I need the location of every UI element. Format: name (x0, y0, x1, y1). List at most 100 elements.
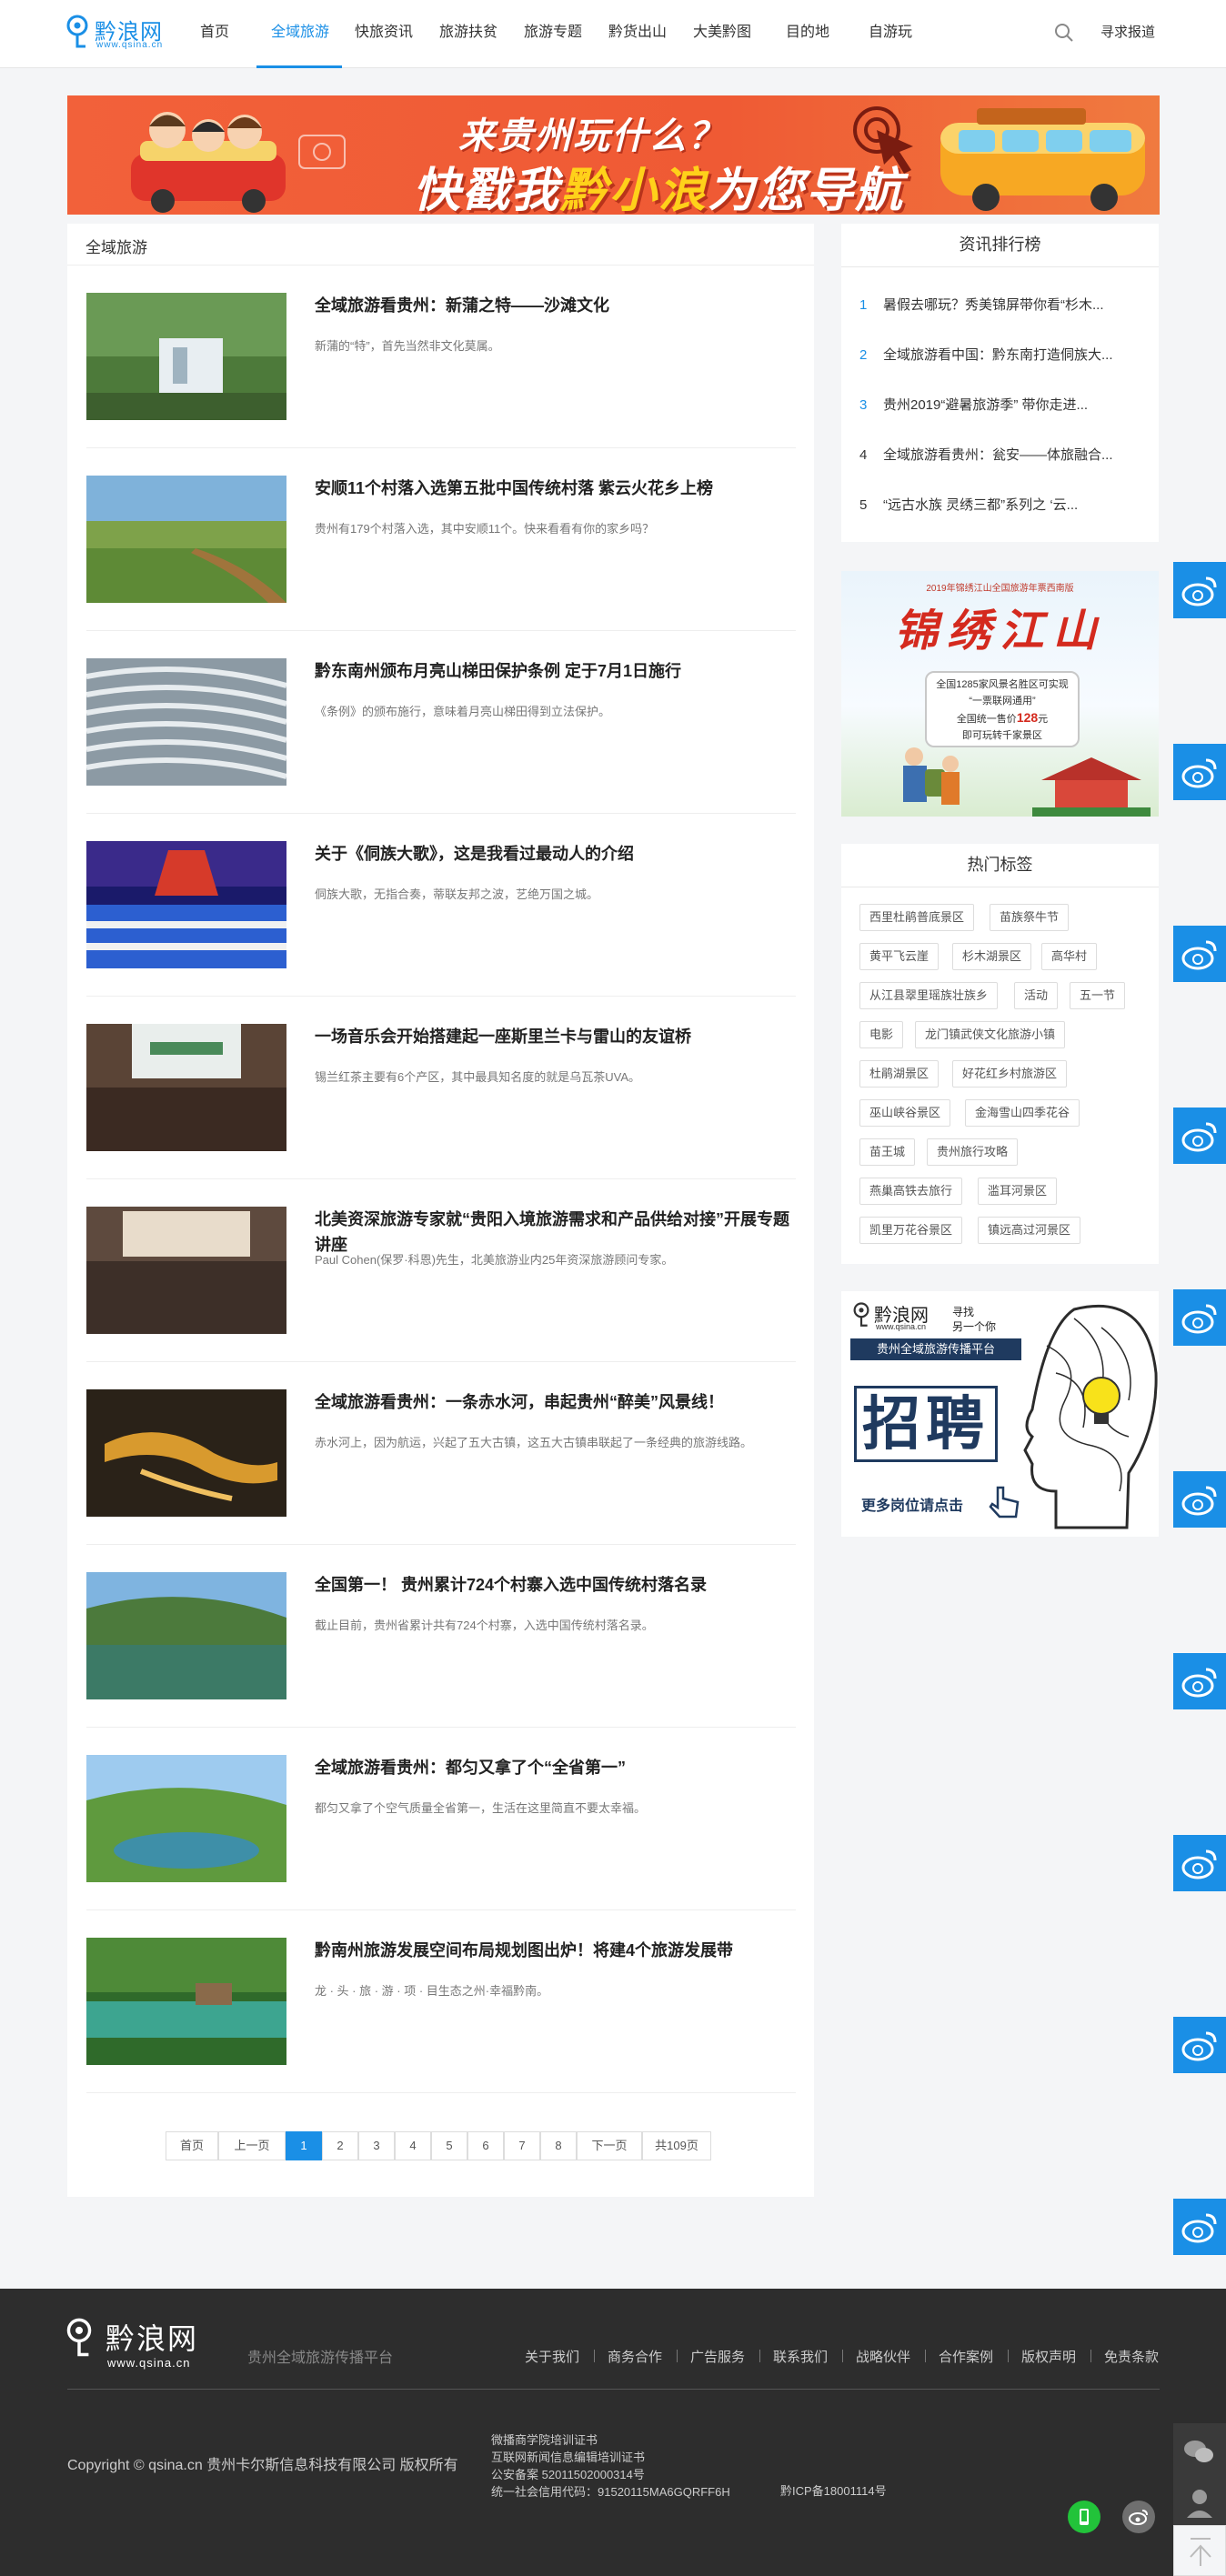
tag[interactable]: 贵州旅行攻略 (927, 1138, 1019, 1166)
list-item[interactable]: 北美资深旅游专家就“贵阳入境旅游需求和产品供给对接”开展专题讲座 Paul Co… (86, 1179, 796, 1362)
list-item[interactable]: 全域旅游看贵州：一条赤水河，串起贵州“醉美”风景线！ 赤水河上，因为航运，兴起了… (86, 1362, 796, 1545)
article-title[interactable]: 黔东南州颁布月亮山梯田保护条例 定于7月1日施行 (315, 658, 792, 684)
nav-ziyouwan[interactable]: 自游玩 (869, 0, 912, 68)
tag[interactable]: 镇远高过河景区 (978, 1217, 1081, 1244)
search-icon[interactable] (1053, 22, 1075, 44)
footer-icp[interactable]: 黔ICP备18001114号 (780, 2481, 887, 2499)
footer-link-cases[interactable]: 合作案例 (939, 2347, 993, 2366)
nav-mudidi[interactable]: 目的地 (786, 0, 829, 68)
article-thumbnail[interactable] (86, 658, 286, 786)
footer-license[interactable]: 统一社会信用代码：91520115MA6GQRFF6H (491, 2482, 730, 2500)
rank-item[interactable]: 5 “远古水族 灵绣三都”系列之 ‘云... (859, 495, 1146, 522)
page-3[interactable]: 3 (358, 2131, 395, 2160)
article-title[interactable]: 全国第一！ 贵州累计724个村寨入选中国传统村落名录 (315, 1572, 792, 1598)
article-thumbnail[interactable] (86, 841, 286, 968)
list-item[interactable]: 安顺11个村落入选第五批中国传统村落 紫云火花乡上榜 贵州有179个村落入选，其… (86, 448, 796, 631)
article-thumbnail[interactable] (86, 1755, 286, 1882)
footer-license[interactable]: 互联网新闻信息编辑培训证书 (491, 2448, 645, 2465)
tag[interactable]: 滥耳河景区 (978, 1178, 1058, 1205)
nav-damei-qiantu[interactable]: 大美黔图 (693, 0, 751, 68)
nav-qianhuo-chushan[interactable]: 黔货出山 (608, 0, 667, 68)
tag[interactable]: 高华村 (1041, 943, 1098, 970)
tag[interactable]: 西里杜鹃普底景区 (859, 904, 975, 931)
weibo-share-icon[interactable] (1173, 562, 1226, 618)
user-icon[interactable] (1173, 2480, 1226, 2525)
weibo-share-icon[interactable] (1173, 926, 1226, 982)
footer-link-about[interactable]: 关于我们 (525, 2347, 579, 2366)
tag[interactable]: 黄平飞云崖 (859, 943, 940, 970)
list-item[interactable]: 全国第一！ 贵州累计724个村寨入选中国传统村落名录 截止目前，贵州省累计共有7… (86, 1545, 796, 1728)
article-thumbnail[interactable] (86, 476, 286, 603)
back-to-top-icon[interactable] (1173, 2525, 1226, 2576)
weibo-share-icon[interactable] (1173, 1835, 1226, 1891)
promo-banner[interactable]: 来贵州玩什么？ 快戳我黔小浪为您导航 (67, 95, 1160, 215)
page-8[interactable]: 8 (540, 2131, 577, 2160)
rank-item[interactable]: 3 贵州2019“避暑旅游季” 带你走进... (859, 395, 1146, 422)
nav-lvyou-zhuanti[interactable]: 旅游专题 (524, 0, 582, 68)
tag[interactable]: 苗族祭牛节 (990, 904, 1070, 931)
tag[interactable]: 杉木湖景区 (952, 943, 1032, 970)
tag[interactable]: 好花红乡村旅游区 (952, 1060, 1068, 1088)
page-prev[interactable]: 上一页 (218, 2131, 286, 2160)
footer-license[interactable]: 公安备案 52011502000314号 (491, 2465, 645, 2482)
wechat-icon[interactable] (1173, 2423, 1226, 2480)
footer-license[interactable]: 微播商学院培训证书 (491, 2431, 598, 2448)
page-first[interactable]: 首页 (166, 2131, 218, 2160)
footer-link-copyright[interactable]: 版权声明 (1021, 2347, 1076, 2366)
weibo-share-icon[interactable] (1173, 1653, 1226, 1709)
tag[interactable]: 燕巢高铁去旅行 (859, 1178, 963, 1205)
weibo-share-icon[interactable] (1173, 1289, 1226, 1346)
footer-link-partners[interactable]: 战略伙伴 (856, 2347, 910, 2366)
nav-lvyou-fupin[interactable]: 旅游扶贫 (439, 0, 497, 68)
article-thumbnail[interactable] (86, 293, 286, 420)
rank-item[interactable]: 2 全域旅游看中国：黔东南打造侗族大... (859, 345, 1146, 372)
list-item[interactable]: 黔南州旅游发展空间布局规划图出炉！将建4个旅游发展带 龙 · 头 · 旅 · 游… (86, 1910, 796, 2093)
footer-link-contact[interactable]: 联系我们 (773, 2347, 828, 2366)
tag[interactable]: 从江县翠里瑶族壮族乡 (859, 982, 999, 1009)
list-item[interactable]: 关于《侗族大歌》，这是我看过最动人的介绍 侗族大歌，无指合奏，蒂联友邦之波，艺绝… (86, 814, 796, 997)
tag[interactable]: 龙门镇武侠文化旅游小镇 (915, 1021, 1066, 1048)
weibo-share-icon[interactable] (1173, 2199, 1226, 2255)
page-1[interactable]: 1 (286, 2131, 322, 2160)
tag[interactable]: 电影 (859, 1021, 904, 1048)
list-item[interactable]: 全域旅游看贵州：都匀又拿了个“全省第一” 都匀又拿了个空气质量全省第一，生活在这… (86, 1728, 796, 1910)
article-thumbnail[interactable] (86, 1572, 286, 1699)
tag[interactable]: 杜鹃湖景区 (859, 1060, 940, 1088)
mobile-phone-icon[interactable] (1068, 2501, 1100, 2533)
page-5[interactable]: 5 (431, 2131, 467, 2160)
article-title[interactable]: 全域旅游看贵州：一条赤水河，串起贵州“醉美”风景线！ (315, 1389, 792, 1415)
article-title[interactable]: 安顺11个村落入选第五批中国传统村落 紫云火花乡上榜 (315, 476, 792, 501)
article-title[interactable]: 全域旅游看贵州：都匀又拿了个“全省第一” (315, 1755, 792, 1780)
article-thumbnail[interactable] (86, 1207, 286, 1334)
list-item[interactable]: 全域旅游看贵州：新蒲之特——沙滩文化 新蒲的“特”，首先当然非文化莫属。 (86, 266, 796, 448)
tag[interactable]: 金海雪山四季花谷 (965, 1099, 1080, 1127)
tag[interactable]: 巫山峡谷景区 (859, 1099, 951, 1127)
article-thumbnail[interactable] (86, 1938, 286, 2065)
nav-kuailv-zixun[interactable]: 快旅资讯 (355, 0, 413, 68)
ad-more-link[interactable]: 更多岗位请点击 (861, 1493, 963, 1515)
tag[interactable]: 苗王城 (859, 1138, 916, 1166)
footer-link-disclaimer[interactable]: 免责条款 (1104, 2347, 1159, 2366)
tag[interactable]: 活动 (1014, 982, 1059, 1009)
weibo-share-icon[interactable] (1173, 1471, 1226, 1528)
article-title[interactable]: 全域旅游看贵州：新蒲之特——沙滩文化 (315, 293, 792, 318)
nav-quanyu-lvyou[interactable]: 全域旅游 (256, 0, 342, 68)
weibo-share-icon[interactable] (1173, 1108, 1226, 1164)
site-logo[interactable]: 黔浪网 www.qsina.cn (65, 13, 184, 53)
page-6[interactable]: 6 (467, 2131, 504, 2160)
ad-jinxiu-jiangshan[interactable]: 2019年锦绣江山全国旅游年票西南版 锦绣江山 全国1285家风景名胜区可实现 … (841, 571, 1159, 817)
list-item[interactable]: 黔东南州颁布月亮山梯田保护条例 定于7月1日施行 《条例》的颁布施行，意味着月亮… (86, 631, 796, 814)
tag[interactable]: 五一节 (1070, 982, 1126, 1009)
article-title[interactable]: 关于《侗族大歌》，这是我看过最动人的介绍 (315, 841, 792, 867)
rank-item[interactable]: 1 暑假去哪玩？秀美锦屏带你看“杉木... (859, 295, 1146, 322)
article-title[interactable]: 一场音乐会开始搭建起一座斯里兰卡与雷山的友谊桥 (315, 1024, 792, 1049)
report-link[interactable]: 寻求报道 (1100, 22, 1155, 41)
page-4[interactable]: 4 (395, 2131, 431, 2160)
weibo-share-icon[interactable] (1173, 2017, 1226, 2073)
list-item[interactable]: 一场音乐会开始搭建起一座斯里兰卡与雷山的友谊桥 锡兰红茶主要有6个产区，其中最具… (86, 997, 796, 1179)
article-thumbnail[interactable] (86, 1024, 286, 1151)
page-7[interactable]: 7 (504, 2131, 540, 2160)
weibo-icon[interactable] (1122, 2501, 1155, 2533)
tag[interactable]: 凯里万花谷景区 (859, 1217, 963, 1244)
nav-home[interactable]: 首页 (200, 0, 229, 68)
